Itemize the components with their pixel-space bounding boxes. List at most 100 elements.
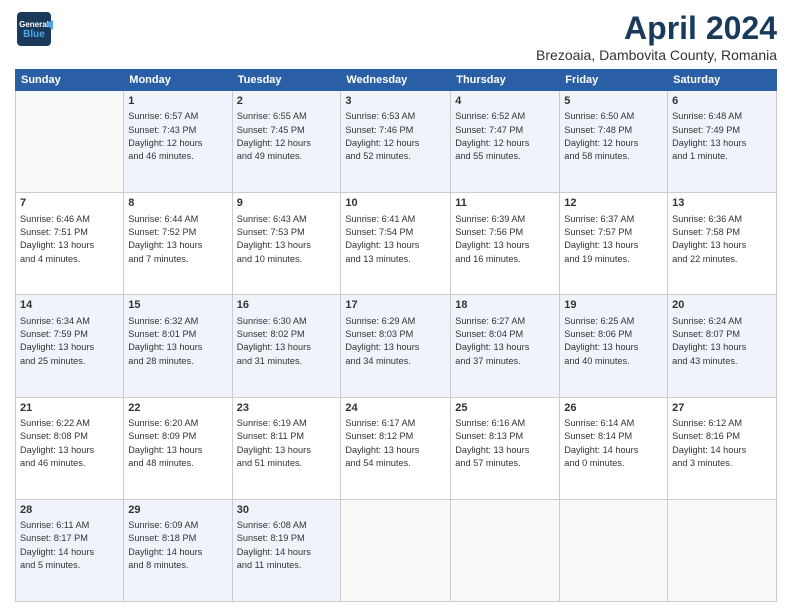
day-number: 3 bbox=[345, 94, 446, 109]
calendar-week-row: 14 Sunrise: 6:34 AM Sunset: 7:59 PM Dayli… bbox=[16, 295, 777, 397]
day-info: Sunrise: 6:55 AM Sunset: 7:45 PM Dayligh… bbox=[237, 110, 337, 163]
day-info: Sunrise: 6:34 AM Sunset: 7:59 PM Dayligh… bbox=[20, 315, 119, 368]
calendar-week-row: 21Sunrise: 6:22 AM Sunset: 8:08 PM Dayli… bbox=[16, 397, 777, 499]
calendar-week-row: 7 Sunrise: 6:46 AM Sunset: 7:51 PM Daylig… bbox=[16, 193, 777, 295]
calendar-day-15: 15 Sunrise: 6:32 AM Sunset: 8:01 PM Dayli… bbox=[124, 295, 232, 397]
calendar-day-30: 30Sunrise: 6:08 AM Sunset: 8:19 PM Dayli… bbox=[232, 499, 341, 601]
calendar-day-empty bbox=[16, 91, 124, 193]
day-info: Sunrise: 6:46 AM Sunset: 7:51 PM Dayligh… bbox=[20, 213, 119, 266]
day-info: Sunrise: 6:22 AM Sunset: 8:08 PM Dayligh… bbox=[20, 417, 119, 470]
day-number: 15 bbox=[128, 298, 227, 313]
day-info: Sunrise: 6:29 AM Sunset: 8:03 PM Dayligh… bbox=[345, 315, 446, 368]
day-number: 19 bbox=[564, 298, 663, 313]
calendar-day-25: 25Sunrise: 6:16 AM Sunset: 8:13 PM Dayli… bbox=[451, 397, 560, 499]
day-number: 17 bbox=[345, 298, 446, 313]
calendar-day-10: 10 Sunrise: 6:41 AM Sunset: 7:54 PM Dayli… bbox=[341, 193, 451, 295]
day-info: Sunrise: 6:17 AM Sunset: 8:12 PM Dayligh… bbox=[345, 417, 446, 470]
day-number: 7 bbox=[20, 196, 119, 211]
title-block: April 2024 Brezoaia, Dambovita County, R… bbox=[536, 10, 777, 63]
day-info: Sunrise: 6:30 AM Sunset: 8:02 PM Dayligh… bbox=[237, 315, 337, 368]
location-subtitle: Brezoaia, Dambovita County, Romania bbox=[536, 47, 777, 63]
day-number: 25 bbox=[455, 401, 555, 416]
day-info: Sunrise: 6:36 AM Sunset: 7:58 PM Dayligh… bbox=[672, 213, 772, 266]
calendar-day-17: 17 Sunrise: 6:29 AM Sunset: 8:03 PM Dayli… bbox=[341, 295, 451, 397]
day-info: Sunrise: 6:52 AM Sunset: 7:47 PM Dayligh… bbox=[455, 110, 555, 163]
day-info: Sunrise: 6:25 AM Sunset: 8:06 PM Dayligh… bbox=[564, 315, 663, 368]
day-number: 14 bbox=[20, 298, 119, 313]
calendar-day-18: 18Sunrise: 6:27 AM Sunset: 8:04 PM Dayli… bbox=[451, 295, 560, 397]
calendar-day-9: 9 Sunrise: 6:43 AM Sunset: 7:53 PM Daylig… bbox=[232, 193, 341, 295]
day-info: Sunrise: 6:08 AM Sunset: 8:19 PM Dayligh… bbox=[237, 519, 337, 572]
calendar-day-21: 21Sunrise: 6:22 AM Sunset: 8:08 PM Dayli… bbox=[16, 397, 124, 499]
day-info: Sunrise: 6:41 AM Sunset: 7:54 PM Dayligh… bbox=[345, 213, 446, 266]
calendar-day-empty bbox=[451, 499, 560, 601]
day-number: 26 bbox=[564, 401, 663, 416]
day-info: Sunrise: 6:20 AM Sunset: 8:09 PM Dayligh… bbox=[128, 417, 227, 470]
day-number: 12 bbox=[564, 196, 663, 211]
day-number: 24 bbox=[345, 401, 446, 416]
calendar-day-empty bbox=[668, 499, 777, 601]
calendar-day-14: 14 Sunrise: 6:34 AM Sunset: 7:59 PM Dayli… bbox=[16, 295, 124, 397]
day-number: 9 bbox=[237, 196, 337, 211]
calendar-day-23: 23Sunrise: 6:19 AM Sunset: 8:11 PM Dayli… bbox=[232, 397, 341, 499]
day-info: Sunrise: 6:32 AM Sunset: 8:01 PM Dayligh… bbox=[128, 315, 227, 368]
weekday-header-wednesday: Wednesday bbox=[341, 70, 451, 91]
day-number: 28 bbox=[20, 503, 119, 518]
weekday-header-thursday: Thursday bbox=[451, 70, 560, 91]
day-info: Sunrise: 6:11 AM Sunset: 8:17 PM Dayligh… bbox=[20, 519, 119, 572]
day-number: 8 bbox=[128, 196, 227, 211]
calendar-day-19: 19 Sunrise: 6:25 AM Sunset: 8:06 PM Dayli… bbox=[560, 295, 668, 397]
day-number: 11 bbox=[455, 196, 555, 211]
day-number: 6 bbox=[672, 94, 772, 109]
day-info: Sunrise: 6:14 AM Sunset: 8:14 PM Dayligh… bbox=[564, 417, 663, 470]
day-info: Sunrise: 6:09 AM Sunset: 8:18 PM Dayligh… bbox=[128, 519, 227, 572]
calendar-table: SundayMondayTuesdayWednesdayThursdayFrid… bbox=[15, 69, 777, 602]
calendar-week-row: 1Sunrise: 6:57 AM Sunset: 7:43 PM Daylig… bbox=[16, 91, 777, 193]
svg-text:General: General bbox=[19, 20, 49, 29]
calendar-day-3: 3Sunrise: 6:53 AM Sunset: 7:46 PM Daylig… bbox=[341, 91, 451, 193]
day-number: 27 bbox=[672, 401, 772, 416]
day-number: 4 bbox=[455, 94, 555, 109]
calendar-day-29: 29Sunrise: 6:09 AM Sunset: 8:18 PM Dayli… bbox=[124, 499, 232, 601]
calendar-day-5: 5Sunrise: 6:50 AM Sunset: 7:48 PM Daylig… bbox=[560, 91, 668, 193]
day-info: Sunrise: 6:12 AM Sunset: 8:16 PM Dayligh… bbox=[672, 417, 772, 470]
day-info: Sunrise: 6:50 AM Sunset: 7:48 PM Dayligh… bbox=[564, 110, 663, 163]
calendar-day-16: 16Sunrise: 6:30 AM Sunset: 8:02 PM Dayli… bbox=[232, 295, 341, 397]
day-number: 23 bbox=[237, 401, 337, 416]
calendar-day-empty bbox=[560, 499, 668, 601]
weekday-header-row: SundayMondayTuesdayWednesdayThursdayFrid… bbox=[16, 70, 777, 91]
day-number: 10 bbox=[345, 196, 446, 211]
day-info: Sunrise: 6:24 AM Sunset: 8:07 PM Dayligh… bbox=[672, 315, 772, 368]
weekday-header-sunday: Sunday bbox=[16, 70, 124, 91]
day-info: Sunrise: 6:16 AM Sunset: 8:13 PM Dayligh… bbox=[455, 417, 555, 470]
calendar-day-13: 13Sunrise: 6:36 AM Sunset: 7:58 PM Dayli… bbox=[668, 193, 777, 295]
day-info: Sunrise: 6:39 AM Sunset: 7:56 PM Dayligh… bbox=[455, 213, 555, 266]
weekday-header-saturday: Saturday bbox=[668, 70, 777, 91]
day-info: Sunrise: 6:53 AM Sunset: 7:46 PM Dayligh… bbox=[345, 110, 446, 163]
day-info: Sunrise: 6:37 AM Sunset: 7:57 PM Dayligh… bbox=[564, 213, 663, 266]
day-number: 30 bbox=[237, 503, 337, 518]
day-number: 2 bbox=[237, 94, 337, 109]
calendar-day-1: 1Sunrise: 6:57 AM Sunset: 7:43 PM Daylig… bbox=[124, 91, 232, 193]
day-info: Sunrise: 6:43 AM Sunset: 7:53 PM Dayligh… bbox=[237, 213, 337, 266]
calendar-day-empty bbox=[341, 499, 451, 601]
calendar-week-row: 28Sunrise: 6:11 AM Sunset: 8:17 PM Dayli… bbox=[16, 499, 777, 601]
day-number: 5 bbox=[564, 94, 663, 109]
calendar-day-20: 20Sunrise: 6:24 AM Sunset: 8:07 PM Dayli… bbox=[668, 295, 777, 397]
weekday-header-monday: Monday bbox=[124, 70, 232, 91]
day-number: 18 bbox=[455, 298, 555, 313]
logo-icon: General Blue bbox=[15, 10, 53, 48]
day-number: 29 bbox=[128, 503, 227, 518]
day-info: Sunrise: 6:19 AM Sunset: 8:11 PM Dayligh… bbox=[237, 417, 337, 470]
weekday-header-friday: Friday bbox=[560, 70, 668, 91]
svg-text:Blue: Blue bbox=[23, 29, 45, 40]
calendar-day-22: 22Sunrise: 6:20 AM Sunset: 8:09 PM Dayli… bbox=[124, 397, 232, 499]
calendar-day-27: 27Sunrise: 6:12 AM Sunset: 8:16 PM Dayli… bbox=[668, 397, 777, 499]
calendar-day-26: 26Sunrise: 6:14 AM Sunset: 8:14 PM Dayli… bbox=[560, 397, 668, 499]
day-info: Sunrise: 6:44 AM Sunset: 7:52 PM Dayligh… bbox=[128, 213, 227, 266]
logo: General Blue bbox=[15, 10, 53, 48]
page-container: General Blue April 2024 Brezoaia, Dambov… bbox=[0, 0, 792, 612]
calendar-day-11: 11 Sunrise: 6:39 AM Sunset: 7:56 PM Dayli… bbox=[451, 193, 560, 295]
day-number: 21 bbox=[20, 401, 119, 416]
day-info: Sunrise: 6:48 AM Sunset: 7:49 PM Dayligh… bbox=[672, 110, 772, 163]
